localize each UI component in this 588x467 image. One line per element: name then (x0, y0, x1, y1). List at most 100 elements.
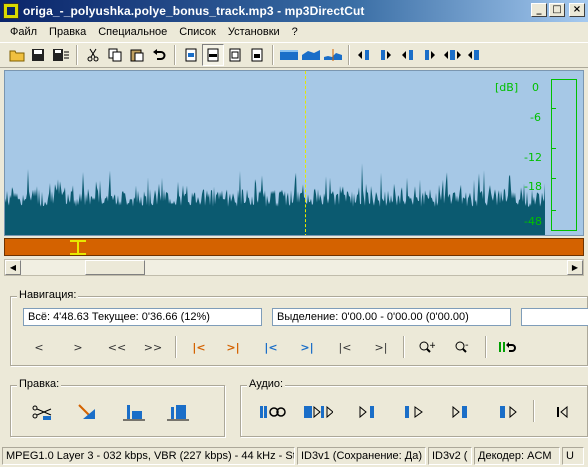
volume-up-icon[interactable] (163, 400, 193, 424)
copy-icon[interactable] (104, 44, 126, 66)
navigation-group: Навигация: Всё: 4'48.63 Текущее: 0'36.66… (10, 289, 588, 366)
nav-separator (175, 336, 177, 358)
window-title: origa_-_polyushka.polye_bonus_track.mp3 … (23, 4, 365, 18)
toolbar-separator (348, 45, 350, 65)
waveform-path (5, 163, 545, 235)
marker-2-icon[interactable] (376, 44, 398, 66)
play-after-cut-icon[interactable] (495, 400, 525, 424)
go-cue-end-icon[interactable]: >| (295, 336, 319, 358)
fast-back-icon[interactable]: << (105, 336, 129, 358)
close-button[interactable]: × (569, 3, 585, 17)
play-loop-icon[interactable] (259, 400, 289, 424)
audio-separator (533, 400, 535, 422)
open-folder-icon[interactable] (6, 44, 28, 66)
scroll-thumb[interactable] (85, 260, 145, 275)
position-field: Всё: 4'48.63 Текущее: 0'36.66 (12%) (23, 308, 262, 326)
go-cue-start-icon[interactable]: |< (259, 336, 283, 358)
volume-envelope-1-icon[interactable] (278, 44, 300, 66)
scroll-right-icon[interactable]: ▶ (567, 260, 583, 275)
toolbar (0, 42, 588, 68)
prev-icon[interactable]: < (27, 336, 51, 358)
status-bar: MPEG1.0 Layer 3 - 032 kbps, VBR (227 kbp… (0, 444, 588, 467)
toolbar-separator (174, 45, 176, 65)
page-view-1-icon[interactable] (180, 44, 202, 66)
play-selection-icon[interactable] (303, 400, 333, 424)
db-label-0: 0 (532, 81, 539, 94)
range-marker-icon[interactable] (67, 239, 89, 255)
next-icon[interactable]: > (66, 336, 90, 358)
title-bar[interactable]: origa_-_polyushka.polye_bonus_track.mp3 … (0, 0, 588, 22)
marker-6-icon[interactable] (464, 44, 486, 66)
audio-label: Аудио: (247, 378, 286, 390)
status-format: MPEG1.0 Layer 3 - 032 kbps, VBR (227 kbp… (2, 446, 295, 465)
volume-envelope-3-icon[interactable] (322, 44, 344, 66)
play-from-marker-icon[interactable] (401, 400, 431, 424)
waveform-view[interactable]: [dB] 0 -6 -12 -18 -48 (4, 70, 584, 236)
status-id3v2: ID3v2 ( (428, 446, 472, 465)
volume-envelope-2-icon[interactable] (300, 44, 322, 66)
edit-group: Правка: (10, 378, 225, 437)
status-decoder: Декодер: ACM (474, 446, 560, 465)
marker-1-icon[interactable] (354, 44, 376, 66)
go-sel-end-icon[interactable]: >| (221, 336, 245, 358)
menu-edit[interactable]: Правка (43, 24, 92, 40)
paste-icon[interactable] (126, 44, 148, 66)
zoom-in-icon[interactable]: + (415, 336, 439, 358)
db-label-12: -12 (524, 151, 542, 164)
nav-separator (403, 336, 405, 358)
selection-range-bar[interactable] (4, 238, 584, 256)
db-unit-label: [dB] (495, 81, 519, 94)
volume-down-icon[interactable] (119, 400, 149, 424)
page-view-3-icon[interactable] (224, 44, 246, 66)
menu-settings[interactable]: Установки (222, 24, 286, 40)
save-icon[interactable] (28, 44, 50, 66)
menu-bar: Файл Правка Специальное Список Установки… (0, 22, 588, 41)
db-label-18: -18 (524, 180, 542, 193)
fade-selection-icon[interactable] (73, 400, 103, 424)
horizontal-scrollbar[interactable]: ◀ ▶ (4, 259, 584, 276)
audio-group: Аудио: (240, 378, 588, 437)
toolbar-separator (76, 45, 78, 65)
status-id3v1: ID3v1 (Сохранение: Да) (297, 446, 426, 465)
undo-icon[interactable] (148, 44, 170, 66)
menu-list[interactable]: Список (173, 24, 222, 40)
marker-4-icon[interactable] (420, 44, 442, 66)
cut-icon[interactable] (82, 44, 104, 66)
status-extra: U (562, 446, 584, 465)
waveform-graph (5, 163, 545, 235)
level-meter (551, 79, 577, 231)
go-file-start-icon[interactable]: |< (333, 336, 357, 358)
marker-3-icon[interactable] (398, 44, 420, 66)
app-icon[interactable] (3, 3, 19, 19)
page-view-2-icon[interactable] (202, 44, 224, 66)
save-list-icon[interactable] (50, 44, 72, 66)
cut-selection-icon[interactable] (27, 400, 57, 424)
menu-help[interactable]: ? (286, 24, 304, 40)
play-before-cut-icon[interactable] (449, 400, 479, 424)
svg-text:+: + (429, 341, 435, 351)
menu-special[interactable]: Специальное (92, 24, 173, 40)
extra-field (521, 308, 588, 326)
page-view-4-icon[interactable] (246, 44, 268, 66)
pause-undo-icon[interactable] (495, 336, 519, 358)
svg-text:-: - (465, 340, 469, 351)
selection-field: Выделение: 0'00.00 - 0'00.00 (0'00.00) (272, 308, 511, 326)
scroll-left-icon[interactable]: ◀ (5, 260, 21, 275)
zoom-out-icon[interactable]: - (451, 336, 475, 358)
db-label-6: -6 (530, 111, 541, 124)
db-label-48: -48 (524, 215, 542, 228)
play-to-marker-icon[interactable] (355, 400, 385, 424)
go-file-end-icon[interactable]: >| (369, 336, 393, 358)
edit-label: Правка: (17, 378, 62, 390)
go-sel-start-icon[interactable]: |< (187, 336, 211, 358)
toolbar-separator (272, 45, 274, 65)
minimize-button[interactable]: _ (531, 3, 547, 17)
maximize-button[interactable]: □ (549, 3, 565, 17)
menu-file[interactable]: Файл (4, 24, 43, 40)
fast-forward-icon[interactable]: >> (141, 336, 165, 358)
marker-5-icon[interactable] (442, 44, 464, 66)
nav-separator (485, 336, 487, 358)
playback-cursor[interactable] (305, 71, 306, 235)
stop-go-start-icon[interactable] (547, 400, 577, 424)
navigation-label: Навигация: (17, 289, 79, 301)
